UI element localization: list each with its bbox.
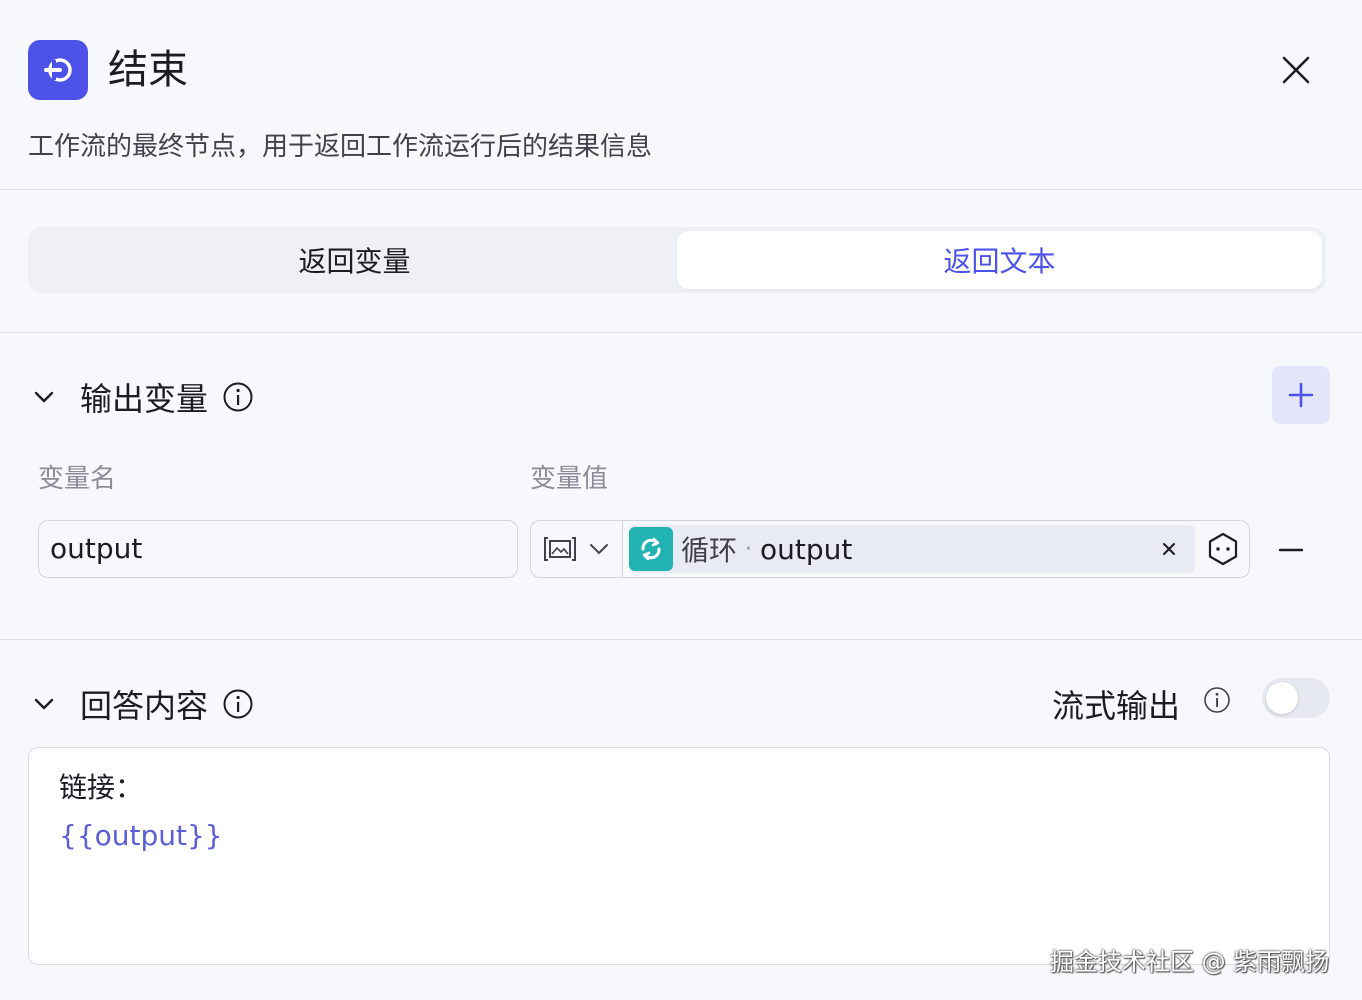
- reference-separator: ·: [745, 536, 753, 562]
- end-node-panel: 结束 工作流的最终节点，用于返回工作流运行后的结果信息 返回变量 返回文本 输出…: [0, 0, 1362, 1000]
- node-description: 工作流的最终节点，用于返回工作流运行后的结果信息: [28, 132, 653, 162]
- info-icon[interactable]: [222, 688, 254, 720]
- output-variables-section: 输出变量 变量名 变量值 output 循环 · output: [0, 334, 1362, 640]
- reference-node-name: 循环: [681, 534, 738, 567]
- return-mode-tabs: 返回变量 返回文本: [28, 227, 1326, 293]
- chevron-down-icon[interactable]: [28, 381, 60, 413]
- image-type-icon: [543, 537, 576, 561]
- stream-output-label: 流式输出: [1052, 687, 1181, 725]
- editor-text-line: 链接：: [59, 771, 144, 804]
- clear-icon[interactable]: [1155, 535, 1183, 563]
- info-icon[interactable]: [222, 381, 254, 413]
- answer-section-title: 回答内容: [80, 687, 209, 725]
- answer-content-editor[interactable]: 链接： {{output}}: [28, 747, 1330, 965]
- stream-output-toggle[interactable]: [1262, 678, 1330, 718]
- toggle-knob: [1266, 682, 1298, 714]
- watermark: 掘金技术社区 @ 紫雨飘扬: [1050, 948, 1330, 976]
- tab-return-variable[interactable]: 返回变量: [32, 231, 677, 289]
- variable-picker-icon[interactable]: [1203, 529, 1243, 569]
- tabs-section: 返回变量 返回文本: [0, 191, 1362, 333]
- close-icon[interactable]: [1272, 48, 1320, 92]
- value-type-select[interactable]: [531, 521, 623, 577]
- reference-variable-name: output: [760, 532, 853, 566]
- column-label-value: 变量值: [530, 464, 609, 494]
- output-section-header: 输出变量: [28, 374, 254, 420]
- minus-icon: [1278, 548, 1304, 552]
- variable-reference-chip[interactable]: 循环 · output: [629, 525, 1195, 573]
- add-variable-button[interactable]: [1272, 366, 1330, 424]
- editor-variable-token: {{output}}: [59, 819, 223, 852]
- loop-icon: [629, 527, 673, 571]
- info-icon[interactable]: [1202, 685, 1232, 715]
- plus-icon: [1288, 382, 1314, 408]
- end-node-icon: [28, 40, 88, 100]
- column-label-name: 变量名: [38, 464, 117, 494]
- chevron-down-icon: [590, 544, 609, 555]
- tab-return-text[interactable]: 返回文本: [677, 231, 1322, 289]
- answer-section-header: 回答内容: [28, 681, 254, 727]
- chevron-down-icon[interactable]: [28, 688, 60, 720]
- variable-name-input[interactable]: output: [38, 520, 518, 578]
- variable-value-field: 循环 · output: [530, 520, 1250, 578]
- output-section-title: 输出变量: [80, 380, 209, 418]
- panel-header: 结束 工作流的最终节点，用于返回工作流运行后的结果信息: [0, 0, 1362, 190]
- remove-variable-button[interactable]: [1270, 530, 1312, 570]
- page-title: 结束: [108, 47, 188, 93]
